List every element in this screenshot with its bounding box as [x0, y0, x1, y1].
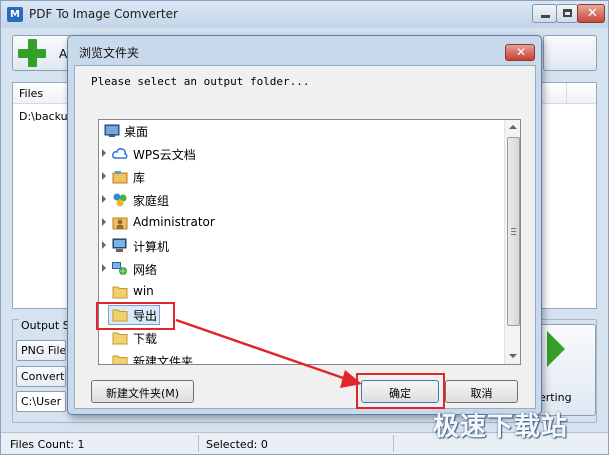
- close-icon: ✕: [587, 6, 598, 21]
- expand-arrow-icon[interactable]: [102, 264, 106, 272]
- new-folder-button[interactable]: 新建文件夹(M): [91, 380, 194, 403]
- tree-item-label: 桌面: [124, 125, 149, 139]
- start-converting-label: erting: [539, 391, 572, 404]
- tree-item-win[interactable]: win: [99, 281, 504, 303]
- window-title: PDF To Image Comverter: [29, 7, 178, 21]
- scrollbar-thumb[interactable]: [507, 137, 520, 326]
- close-icon: ✕: [516, 45, 527, 59]
- tree-item-homegroup[interactable]: 家庭组: [99, 189, 504, 211]
- status-separator: [393, 435, 394, 452]
- folder-icon: [112, 355, 128, 364]
- toolbar-button-right[interactable]: [543, 35, 597, 71]
- play-arrow-icon: [547, 331, 565, 367]
- expand-arrow-icon[interactable]: [102, 218, 106, 226]
- tree-item-label: 家庭组: [133, 194, 170, 208]
- homegroup-icon: [113, 193, 127, 207]
- desktop-icon: [104, 124, 120, 137]
- dialog-body: Please select an output folder... 桌面 WPS…: [74, 65, 536, 409]
- tree-item-library[interactable]: 库: [99, 166, 504, 188]
- format-select[interactable]: PNG File: [16, 340, 66, 361]
- library-icon: [112, 171, 128, 184]
- files-header-label: Files: [19, 87, 44, 100]
- tree-item-new-folder[interactable]: 新建文件夹: [99, 350, 504, 365]
- expand-arrow-icon[interactable]: [102, 241, 106, 249]
- tree-item-administrator[interactable]: Administrator: [99, 212, 504, 234]
- maximize-icon: [563, 9, 572, 17]
- computer-icon: [112, 238, 127, 252]
- maximize-button[interactable]: [556, 4, 578, 23]
- minimize-button[interactable]: [532, 4, 557, 23]
- tree-item-desktop[interactable]: 桌面: [99, 120, 504, 142]
- user-folder-icon: [112, 217, 128, 230]
- add-files-button[interactable]: Ad: [12, 35, 75, 71]
- highlight-box-ok: [356, 373, 445, 409]
- tree-item-label: 计算机: [133, 240, 170, 254]
- output-path-field[interactable]: C:\User: [16, 391, 66, 412]
- tree-item-downloads[interactable]: 下载: [99, 327, 504, 349]
- scroll-down-arrow-icon[interactable]: [509, 354, 517, 358]
- files-count-status: Files Count: 1: [10, 438, 85, 451]
- expand-arrow-icon[interactable]: [102, 195, 106, 203]
- cancel-button[interactable]: 取消: [445, 380, 518, 403]
- cloud-icon: [112, 148, 128, 159]
- app-logo-icon: M: [7, 7, 23, 22]
- close-window-button[interactable]: ✕: [577, 4, 605, 23]
- dialog-title: 浏览文件夹: [79, 46, 140, 60]
- tree-scrollbar[interactable]: [504, 120, 520, 364]
- tree-item-label: WPS云文档: [133, 148, 196, 162]
- tree-item-label: Administrator: [133, 215, 215, 229]
- add-plus-icon: [18, 39, 46, 67]
- folder-icon: [112, 332, 128, 345]
- column-separator: [566, 83, 567, 104]
- minimize-icon: [541, 15, 550, 18]
- tree-item-wps-cloud[interactable]: WPS云文档: [99, 143, 504, 165]
- convert-option-select[interactable]: Convert: [16, 366, 66, 387]
- folder-icon: [112, 286, 128, 299]
- tree-item-label: 新建文件夹: [133, 355, 194, 365]
- dialog-close-button[interactable]: ✕: [505, 44, 535, 61]
- browse-folder-dialog: 浏览文件夹 ✕ Please select an output folder..…: [67, 35, 542, 415]
- expand-arrow-icon[interactable]: [102, 149, 106, 157]
- tree-item-label: 库: [133, 171, 146, 185]
- expand-arrow-icon[interactable]: [102, 172, 106, 180]
- selected-status: Selected: 0: [206, 438, 268, 451]
- tree-item-label: win: [133, 284, 154, 298]
- tree-item-network[interactable]: 网络: [99, 258, 504, 280]
- tree-item-label: 下载: [133, 332, 158, 346]
- dialog-prompt: Please select an output folder...: [91, 75, 310, 88]
- watermark: 极速下载站: [433, 412, 569, 442]
- tree-item-computer[interactable]: 计算机: [99, 235, 504, 257]
- tree-item-label: 网络: [133, 263, 158, 277]
- scroll-up-arrow-icon[interactable]: [509, 125, 517, 129]
- status-separator: [198, 435, 199, 452]
- network-icon: [112, 262, 127, 275]
- main-titlebar[interactable]: M PDF To Image Comverter ✕: [1, 1, 608, 28]
- highlight-box-folder: [96, 302, 175, 330]
